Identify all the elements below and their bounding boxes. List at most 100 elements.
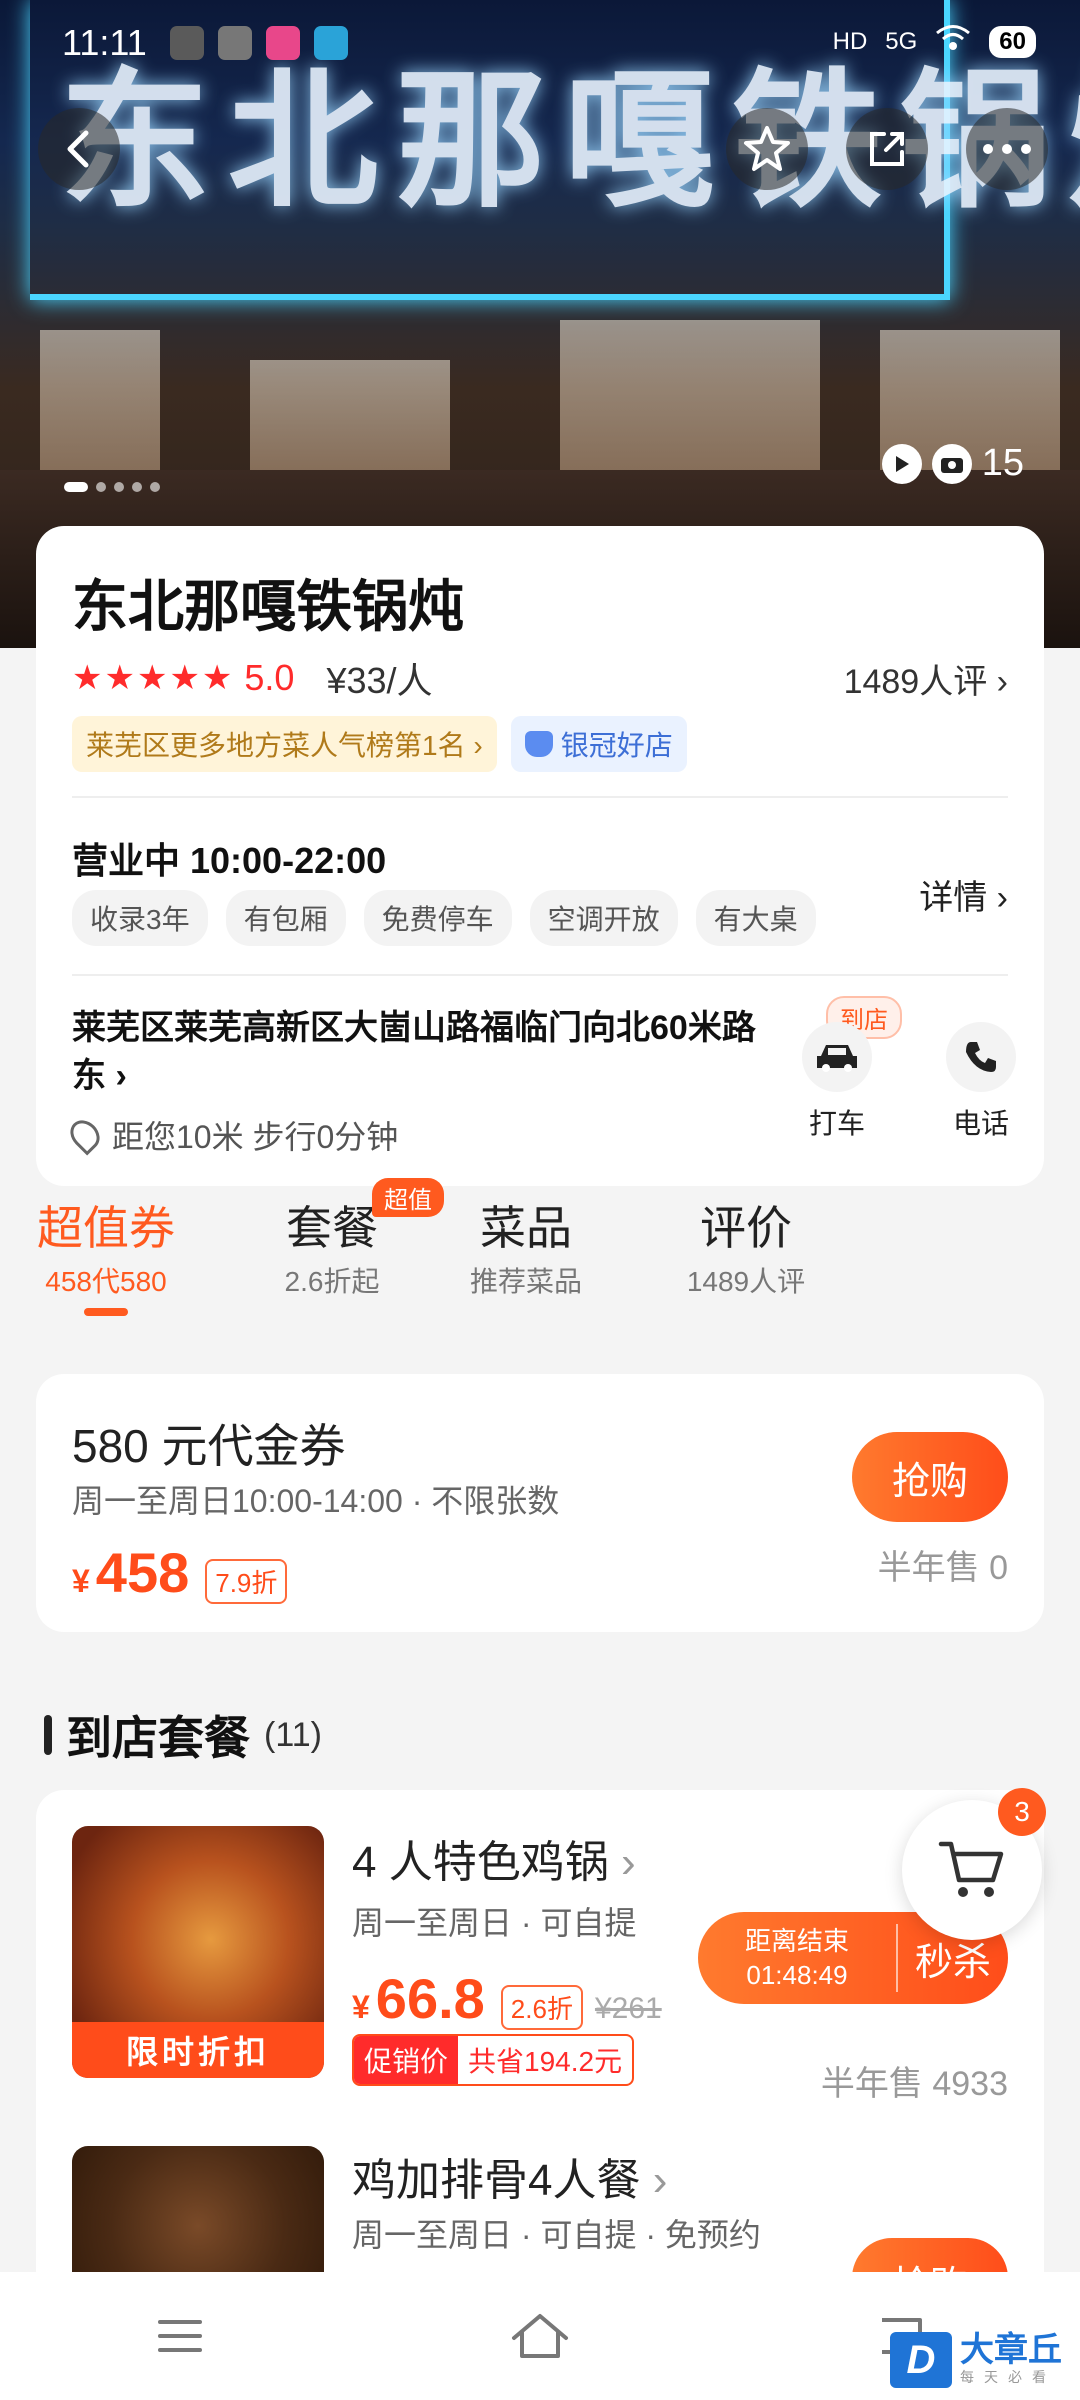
chevron-right-icon: ›	[996, 663, 1008, 701]
rating-score: 5.0	[244, 657, 295, 698]
star-icon	[744, 126, 790, 171]
package-name-text: 鸡加排骨4人餐	[352, 2156, 641, 2205]
favorite-button[interactable]	[726, 108, 808, 190]
location-pin-icon	[64, 1114, 106, 1156]
countdown: 距离结束 01:48:49	[698, 1924, 898, 1992]
share-icon	[870, 132, 904, 166]
home-nav-button[interactable]	[490, 2306, 590, 2366]
address-text: 莱芜区莱芜高新区大崮山路福临门向北60米路东	[72, 1009, 756, 1095]
section-header: 到店套餐 (11)	[44, 1702, 322, 1768]
pager-dot	[132, 482, 142, 492]
share-button[interactable]	[846, 108, 928, 190]
camera-icon	[931, 443, 972, 484]
storefront-window	[560, 320, 820, 470]
average-price: ¥33/人	[326, 660, 433, 701]
section-count: (11)	[264, 1715, 322, 1754]
watermark-brand: 大章丘	[960, 2331, 1062, 2369]
menu-icon	[158, 2320, 202, 2352]
facility-tag: 免费停车	[363, 890, 512, 946]
currency-symbol: ¥	[352, 1989, 370, 2025]
signal-icon: 5G	[885, 27, 918, 55]
currency-symbol: ¥	[72, 1563, 90, 1599]
facility-tag: 有包厢	[225, 890, 346, 946]
review-count: 1489人评	[843, 663, 988, 701]
notification-icons	[170, 26, 348, 60]
facility-tag: 空调开放	[529, 890, 678, 946]
tab-subtitle: 458代580	[45, 1266, 167, 1297]
more-button[interactable]	[966, 108, 1048, 190]
gallery-pager	[64, 482, 160, 492]
facility-tag: 有大桌	[695, 890, 816, 946]
badges: 莱芜区更多地方菜人气榜第1名 › 银冠好店	[72, 716, 687, 772]
menu-nav-button[interactable]	[130, 2306, 230, 2366]
tab-title: 菜品	[480, 1202, 572, 1254]
shopping-cart-icon	[938, 1841, 1004, 1897]
divider	[72, 796, 1008, 798]
storefront-window	[250, 360, 450, 470]
photo-count-value: 15	[981, 442, 1024, 484]
deal-tabs: 超值券 458代580 套餐 2.6折起 超值 菜品 推荐菜品 评价 1489人…	[36, 1178, 1044, 1342]
limited-discount-ribbon: 限时折扣	[72, 2022, 324, 2078]
package-meta: 周一至周日 · 可自提	[352, 1905, 637, 1941]
facility-tags: 收录3年 有包厢 免费停车 空调开放 有大桌	[72, 890, 816, 946]
tab-reviews[interactable]: 评价 1489人评	[666, 1192, 826, 1300]
crown-shield-icon	[524, 731, 553, 757]
shop-info-card: 东北那嘎铁锅炖 ★★★★★ 5.0 ¥33/人 1489人评 › 莱芜区更多地方…	[36, 526, 1044, 1186]
tab-dishes[interactable]: 菜品 推荐菜品	[456, 1192, 596, 1300]
package-name-text: 4 人特色鸡锅	[352, 1838, 609, 1887]
shop-name: 东北那嘎铁锅炖	[72, 575, 464, 638]
watermark-logo: D	[890, 2332, 952, 2388]
packages-list: 限时折扣 4 人特色鸡锅 › 周一至周日 · 可自提 ¥ 66.8 2.6折 ¥…	[36, 1790, 1044, 2346]
ranking-badge[interactable]: 莱芜区更多地方菜人气榜第1名 ›	[72, 716, 497, 772]
package-name[interactable]: 4 人特色鸡锅 ›	[352, 1826, 636, 1890]
voucher-discount: 7.9折	[205, 1559, 288, 1604]
tab-subtitle: 2.6折起	[284, 1266, 380, 1297]
package-meta: 周一至周日 · 可自提 · 免预约	[352, 2217, 761, 2253]
phone-label: 电话	[952, 1108, 1009, 1139]
tab-active-indicator	[84, 1308, 128, 1316]
tab-title: 超值券	[37, 1202, 175, 1254]
package-image[interactable]: 限时折扣	[72, 1826, 324, 2078]
chevron-right-icon: ›	[620, 1838, 636, 1887]
phone-icon	[946, 1022, 1016, 1092]
facility-tag: 收录3年	[72, 890, 208, 946]
rating-stars: ★★★★★	[72, 659, 235, 697]
package-sold: 半年售 4933	[820, 2065, 1008, 2103]
tab-value-voucher[interactable]: 超值券 458代580	[36, 1192, 176, 1316]
reviews-link[interactable]: 1489人评 ›	[844, 654, 1008, 703]
promo-tag: 促销价 共省194.2元	[352, 2034, 635, 2086]
promo-label: 促销价	[354, 2036, 459, 2084]
wifi-icon	[935, 24, 971, 59]
watermark-sub: 每天必看	[960, 2369, 1056, 2385]
countdown-label: 距离结束	[744, 1926, 849, 1956]
shop-address[interactable]: 莱芜区莱芜高新区大崮山路福临门向北60米路东 ›	[72, 1004, 762, 1100]
voucher-card[interactable]: 580 元代金券 周一至周日10:00-14:00 · 不限张数 ¥ 458 7…	[36, 1374, 1044, 1632]
more-dots-icon	[983, 144, 1031, 154]
voucher-buy-button[interactable]: 抢购	[852, 1432, 1008, 1522]
shopping-app-icon	[266, 26, 300, 60]
tab-title: 评价	[700, 1202, 792, 1254]
watermark: D 大章丘 每天必看	[890, 2332, 1062, 2388]
details-link[interactable]: 详情 ›	[919, 870, 1008, 919]
package-price: ¥ 66.8 2.6折 ¥261	[352, 1966, 662, 2031]
super-value-badge: 超值	[372, 1178, 444, 1217]
voucher-price: ¥ 458 7.9折	[72, 1540, 288, 1605]
voucher-price-value: 458	[95, 1541, 190, 1604]
back-button[interactable]	[38, 108, 120, 190]
section-title: 到店套餐	[66, 1712, 250, 1764]
chevron-right-icon: ›	[652, 2156, 668, 2205]
countdown-timer: 01:48:49	[746, 1960, 848, 1990]
battery-icon: 60	[989, 25, 1036, 58]
phone-button[interactable]: 电话	[926, 1022, 1036, 1142]
tab-subtitle: 1489人评	[686, 1266, 806, 1297]
package-name[interactable]: 鸡加排骨4人餐 ›	[352, 2144, 667, 2208]
photo-count[interactable]: 15	[881, 442, 1024, 485]
taxi-button[interactable]: 打车	[782, 1022, 892, 1142]
silver-crown-badge[interactable]: 银冠好店	[510, 716, 687, 772]
distance: 距您10米 步行0分钟	[64, 1112, 398, 1158]
package-discount: 2.6折	[500, 1985, 583, 2030]
mobile-app-icon	[314, 26, 348, 60]
status-time: 11:11	[62, 22, 147, 63]
cat-app-icon	[218, 26, 252, 60]
back-arrow-icon	[67, 130, 89, 168]
